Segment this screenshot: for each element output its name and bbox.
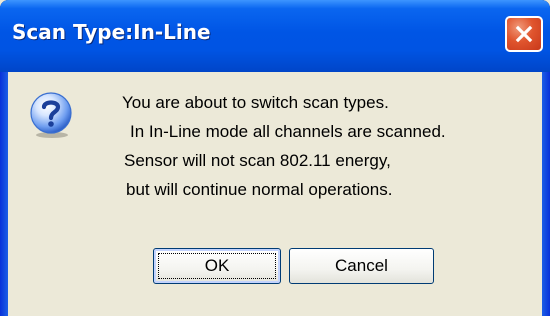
focus-rectangle <box>158 253 276 279</box>
message-line: Sensor will not scan 802.11 energy, <box>124 151 391 170</box>
dialog-body: You are about to switch scan types. In I… <box>8 72 542 316</box>
dialog-window: Scan Type:In-Line You are about to switc… <box>0 0 550 316</box>
dialog-message: You are about to switch scan types. In I… <box>108 88 538 204</box>
cancel-button-label: Cancel <box>335 256 388 275</box>
cancel-button[interactable]: Cancel <box>289 248 434 284</box>
close-icon <box>515 25 533 43</box>
close-button[interactable] <box>505 16 543 52</box>
ok-button[interactable]: OK <box>153 248 281 284</box>
question-icon <box>30 92 72 138</box>
window-title: Scan Type:In-Line <box>12 20 211 44</box>
window-frame-left <box>0 72 8 316</box>
title-bar[interactable]: Scan Type:In-Line <box>0 0 550 72</box>
message-line: You are about to switch scan types. <box>122 93 389 112</box>
window-frame-right <box>542 72 550 316</box>
message-line: In In-Line mode all channels are scanned… <box>130 122 446 141</box>
message-line: but will continue normal operations. <box>126 180 393 199</box>
